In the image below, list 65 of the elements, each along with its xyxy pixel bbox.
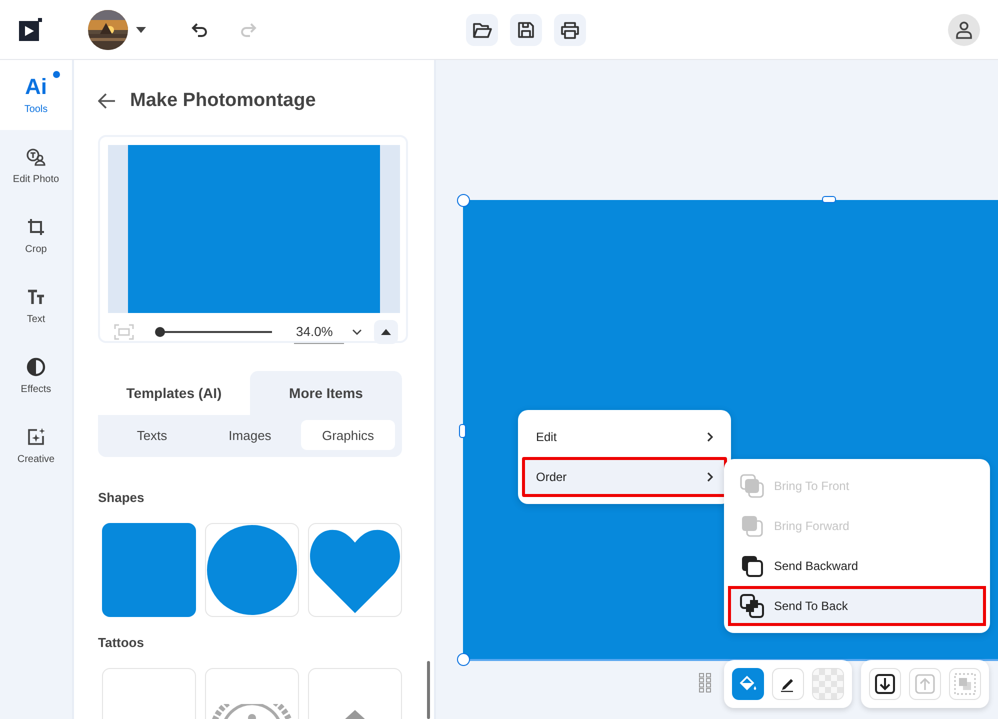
- back-button[interactable]: [98, 93, 116, 109]
- resize-handle[interactable]: [457, 194, 470, 207]
- send-to-back-icon: [740, 594, 764, 618]
- photo-menu-button[interactable]: [88, 10, 146, 50]
- menu-item[interactable]: Send To Back: [728, 586, 986, 626]
- tool-tab[interactable]: Creative: [0, 410, 72, 480]
- fill-color-button[interactable]: [732, 668, 764, 700]
- bring-forward-icon: [740, 515, 764, 537]
- back-arrow-icon: [98, 93, 116, 109]
- sparkle-frame-icon: [26, 426, 46, 446]
- play-logo-icon: [18, 16, 44, 42]
- redo-icon: [239, 20, 257, 38]
- menu-item[interactable]: Order: [522, 457, 727, 497]
- arrow-up-icon: [344, 710, 366, 719]
- open-folder-button[interactable]: [466, 14, 498, 46]
- crop-icon: [27, 218, 45, 236]
- stroke-button[interactable]: [772, 668, 804, 700]
- triangle-up-icon: [381, 329, 391, 335]
- tool-tab[interactable]: Text: [0, 270, 72, 340]
- resize-handle[interactable]: [822, 196, 836, 203]
- edit-photo-icon: [26, 148, 46, 166]
- chevron-down-icon[interactable]: [352, 329, 362, 335]
- tool-tab[interactable]: Crop: [0, 200, 72, 270]
- checkerboard-icon: [813, 669, 843, 699]
- category-tab[interactable]: Graphics: [301, 420, 395, 450]
- account-button[interactable]: [948, 14, 980, 46]
- drag-grip-icon[interactable]: [699, 673, 711, 693]
- tool-tab[interactable]: Ai Tools: [0, 60, 72, 130]
- category-tab[interactable]: Texts: [105, 420, 199, 450]
- paint-bucket-icon: [739, 675, 757, 693]
- fit-screen-icon: [114, 324, 134, 340]
- contrast-icon: [26, 356, 46, 376]
- layers-icon: [954, 673, 976, 695]
- undo-icon: [191, 20, 209, 38]
- resize-handle[interactable]: [457, 653, 470, 666]
- ai-logo: Ai: [25, 76, 47, 98]
- save-button[interactable]: [510, 14, 542, 46]
- resize-handle[interactable]: [459, 424, 466, 438]
- text-size-icon: [27, 288, 45, 304]
- arrow-down-box-icon: [875, 674, 895, 694]
- zoom-slider[interactable]: [156, 326, 272, 338]
- print-button[interactable]: [554, 14, 586, 46]
- scrollbar[interactable]: [427, 661, 430, 719]
- folder-icon: [472, 20, 492, 38]
- send-backward-icon: [740, 555, 764, 577]
- tool-tab[interactable]: Edit Photo: [0, 130, 72, 200]
- arrow-up-box-icon: [915, 674, 935, 694]
- bring-to-front-icon: [740, 474, 764, 498]
- zoom-value[interactable]: 34.0%: [294, 320, 344, 344]
- move-down-button[interactable]: [869, 668, 901, 700]
- pencil-icon: [780, 676, 796, 692]
- section-heading: Shapes: [98, 490, 146, 505]
- tool-tab[interactable]: Effects: [0, 340, 72, 410]
- printer-icon: [560, 20, 580, 38]
- user-icon: [954, 20, 974, 40]
- collapse-button[interactable]: [374, 320, 398, 344]
- panel-title: Make Photomontage: [130, 90, 316, 112]
- chevron-right-icon: [707, 472, 713, 482]
- menu-item[interactable]: Send Backward: [728, 546, 986, 586]
- chevron-right-icon: [707, 432, 713, 442]
- category-tab[interactable]: Images: [203, 420, 297, 450]
- panel-tab[interactable]: More Items: [250, 371, 402, 415]
- menu-item[interactable]: Edit: [522, 417, 727, 457]
- section-heading: Tattoos: [98, 635, 145, 650]
- caret-icon: [136, 26, 146, 32]
